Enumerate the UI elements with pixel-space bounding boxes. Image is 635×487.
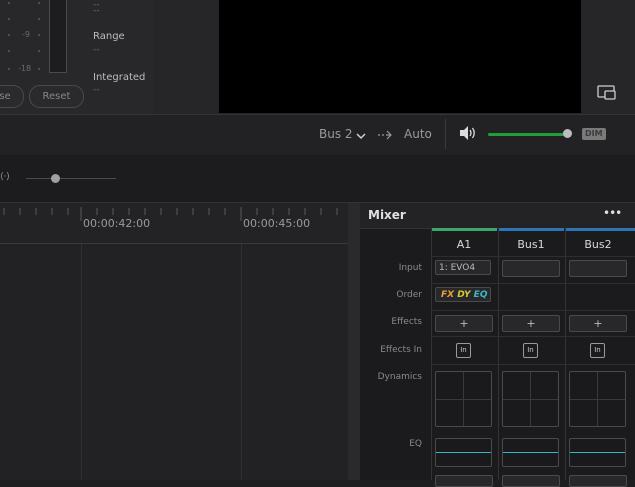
channel-name: A1 (456, 238, 472, 251)
pause-button[interactable]: se (0, 85, 24, 108)
order-tag-eq: EQ (473, 290, 488, 300)
zoom-slider-handle[interactable] (51, 174, 60, 183)
mixer-title: Mixer (368, 208, 406, 222)
channel-name: Bus2 (584, 238, 612, 251)
dynamics-graph[interactable] (502, 371, 559, 427)
effects-in-toggle[interactable]: In (523, 343, 538, 358)
volume-slider[interactable] (488, 133, 568, 136)
dim-button[interactable]: DIM (582, 128, 606, 140)
level-meter-bar (49, 0, 67, 73)
automation-label[interactable]: Auto (404, 127, 432, 141)
dynamics-row-label: Dynamics (377, 372, 422, 382)
zoom-slider[interactable] (26, 178, 116, 179)
monitor-control-bar: Bus 2 Auto DIM (0, 114, 635, 156)
timeline-track-area[interactable] (0, 203, 348, 480)
eq-row-label: EQ (409, 439, 422, 449)
timecode-label: 00:00:45:00 (243, 217, 311, 230)
add-effect-button[interactable]: + (502, 315, 560, 332)
arrow-right-icon (377, 126, 393, 145)
effects-in-toggle[interactable]: In (590, 343, 605, 358)
bus-select[interactable]: Bus 2 (319, 127, 353, 141)
eq-graph[interactable] (569, 438, 626, 467)
range-label: Range (93, 31, 125, 42)
more-options-icon[interactable]: ••• (603, 206, 622, 220)
next-row-control[interactable] (435, 475, 493, 487)
row-divider (431, 310, 635, 311)
eq-graph[interactable] (435, 438, 492, 467)
order-tag-dy: DY (457, 290, 471, 300)
panel-splitter[interactable] (348, 203, 360, 480)
effects-in-toggle[interactable]: In (456, 343, 471, 358)
channel-name: Bus1 (517, 238, 545, 251)
grid-line (81, 244, 82, 480)
reset-button[interactable]: Reset (29, 85, 84, 108)
channel-color-bar (432, 228, 497, 231)
input-select[interactable] (569, 260, 627, 277)
meter-scale: -9 -18 (0, 0, 48, 78)
mixer-header: Mixer ••• (360, 203, 635, 229)
zoom-icon[interactable]: ⟨·⟩ (0, 172, 10, 182)
add-effect-button[interactable]: + (435, 315, 493, 332)
input-row-label: Input (398, 263, 422, 273)
loudness-meter-panel: -9 -18 -- -- Range -- Integrated -- se R… (0, 0, 153, 114)
row-divider (431, 283, 635, 284)
timeline-toolbar: ⟨·⟩ (0, 155, 635, 203)
dynamics-graph[interactable] (435, 371, 492, 427)
row-divider (431, 336, 635, 337)
timecode-label: 00:00:42:00 (83, 217, 151, 230)
meter-scale-label: -18 (18, 64, 32, 73)
next-row-control[interactable] (569, 475, 627, 487)
short-term-value-2: -- (93, 6, 100, 16)
timeline-ruler[interactable]: 00:00:42:00 00:00:45:00 (0, 203, 348, 244)
effects-in-row-label: Effects In (380, 345, 422, 355)
channel-color-bar (499, 228, 564, 231)
channel-color-bar (566, 228, 635, 231)
row-divider (431, 364, 635, 365)
video-viewer (219, 0, 581, 113)
processing-order-button[interactable]: FX DY EQ (435, 287, 491, 302)
add-effect-button[interactable]: + (569, 315, 627, 332)
divider (445, 119, 446, 149)
chevron-down-icon[interactable] (356, 126, 366, 145)
integrated-value: -- (93, 85, 100, 95)
dynamics-graph[interactable] (569, 371, 626, 427)
input-select[interactable]: 1: EVO4 (435, 260, 491, 275)
order-row-label: Order (396, 290, 422, 300)
eq-graph[interactable] (502, 438, 559, 467)
row-divider (431, 256, 635, 257)
input-select[interactable] (502, 260, 560, 277)
order-tag-fx: FX (441, 290, 455, 300)
range-value: -- (93, 45, 100, 55)
effects-row-label: Effects (391, 317, 422, 327)
integrated-label: Integrated (93, 72, 146, 83)
picture-in-picture-icon[interactable] (597, 85, 617, 101)
meter-scale-label: -9 (22, 30, 30, 39)
grid-line (241, 244, 242, 480)
next-row-control[interactable] (502, 475, 560, 487)
speaker-icon[interactable] (458, 125, 478, 145)
volume-slider-handle[interactable] (563, 129, 572, 138)
